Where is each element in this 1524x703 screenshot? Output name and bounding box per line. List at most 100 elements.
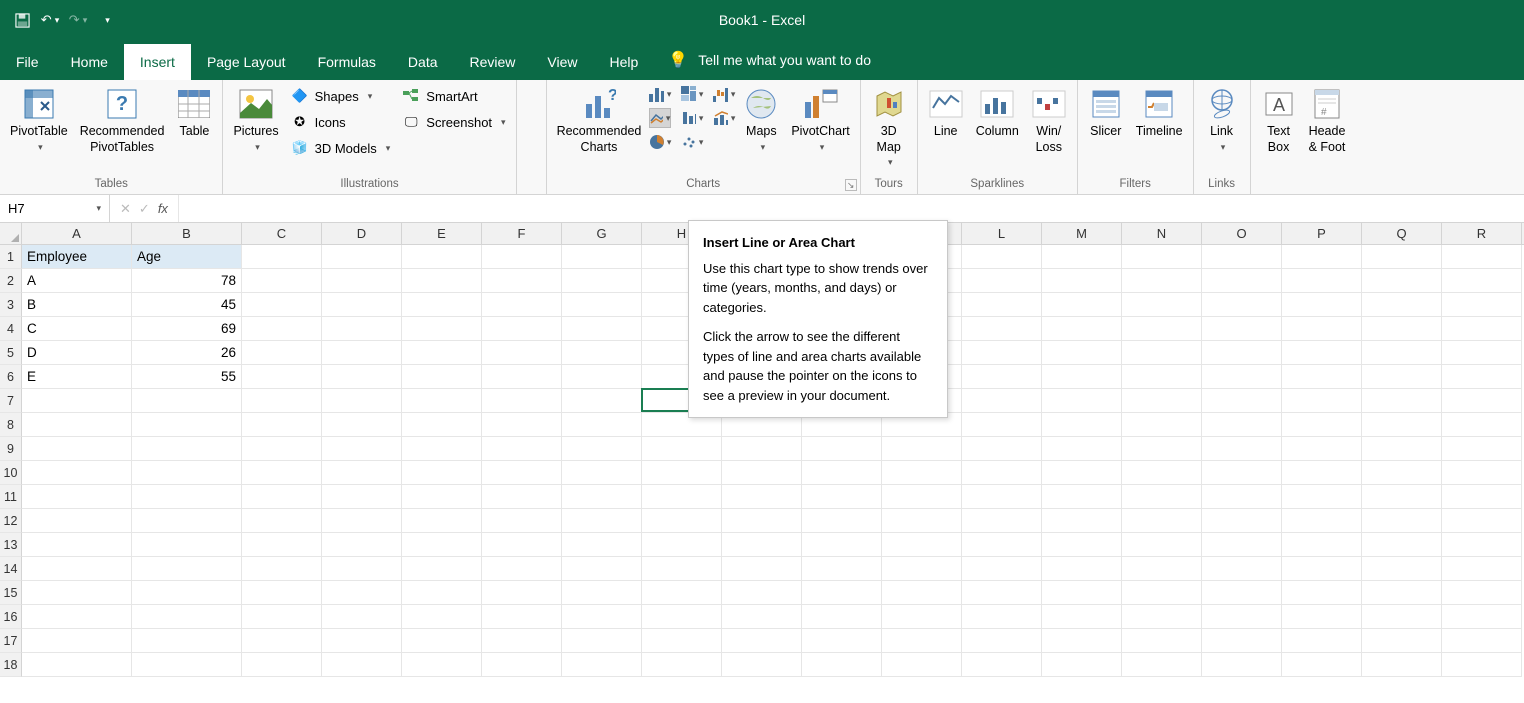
row-header-12[interactable]: 12: [0, 509, 22, 533]
cell-O16[interactable]: [1202, 605, 1282, 629]
cell-H15[interactable]: [642, 581, 722, 605]
cell-N5[interactable]: [1122, 341, 1202, 365]
cell-M17[interactable]: [1042, 629, 1122, 653]
cell-O12[interactable]: [1202, 509, 1282, 533]
cell-G6[interactable]: [562, 365, 642, 389]
cell-D6[interactable]: [322, 365, 402, 389]
cell-J18[interactable]: [802, 653, 882, 677]
3dmodels-button[interactable]: 🧊3D Models▾: [287, 136, 395, 160]
cell-O8[interactable]: [1202, 413, 1282, 437]
tab-data[interactable]: Data: [392, 44, 454, 80]
cell-G10[interactable]: [562, 461, 642, 485]
cell-R10[interactable]: [1442, 461, 1522, 485]
cell-O7[interactable]: [1202, 389, 1282, 413]
cell-M9[interactable]: [1042, 437, 1122, 461]
cell-A13[interactable]: [22, 533, 132, 557]
recommended-pivottables-button[interactable]: ? Recommended PivotTables: [76, 84, 169, 157]
cell-R12[interactable]: [1442, 509, 1522, 533]
shapes-button[interactable]: 🔷Shapes▾: [287, 84, 395, 108]
cell-I9[interactable]: [722, 437, 802, 461]
cell-B14[interactable]: [132, 557, 242, 581]
cell-D14[interactable]: [322, 557, 402, 581]
col-header-D[interactable]: D: [322, 223, 402, 244]
cell-D2[interactable]: [322, 269, 402, 293]
redo-icon[interactable]: ↷▾: [66, 9, 90, 31]
cell-F2[interactable]: [482, 269, 562, 293]
cell-G5[interactable]: [562, 341, 642, 365]
scatter-chart-icon[interactable]: ▾: [681, 132, 703, 152]
cell-R15[interactable]: [1442, 581, 1522, 605]
cell-E4[interactable]: [402, 317, 482, 341]
cell-B9[interactable]: [132, 437, 242, 461]
cell-I16[interactable]: [722, 605, 802, 629]
cell-N15[interactable]: [1122, 581, 1202, 605]
waterfall-chart-icon[interactable]: ▾: [713, 84, 735, 104]
cell-L9[interactable]: [962, 437, 1042, 461]
cell-F13[interactable]: [482, 533, 562, 557]
cell-P5[interactable]: [1282, 341, 1362, 365]
cell-K10[interactable]: [882, 461, 962, 485]
cell-H17[interactable]: [642, 629, 722, 653]
cell-I13[interactable]: [722, 533, 802, 557]
tab-file[interactable]: File: [0, 44, 55, 80]
cell-K9[interactable]: [882, 437, 962, 461]
cell-D10[interactable]: [322, 461, 402, 485]
cell-F7[interactable]: [482, 389, 562, 413]
cell-K14[interactable]: [882, 557, 962, 581]
cell-L11[interactable]: [962, 485, 1042, 509]
cell-N12[interactable]: [1122, 509, 1202, 533]
pie-chart-icon[interactable]: ▾: [649, 132, 671, 152]
cell-B2[interactable]: 78: [132, 269, 242, 293]
cell-M13[interactable]: [1042, 533, 1122, 557]
row-header-11[interactable]: 11: [0, 485, 22, 509]
cell-D17[interactable]: [322, 629, 402, 653]
cell-F8[interactable]: [482, 413, 562, 437]
cell-G11[interactable]: [562, 485, 642, 509]
cell-Q11[interactable]: [1362, 485, 1442, 509]
cell-G13[interactable]: [562, 533, 642, 557]
col-header-O[interactable]: O: [1202, 223, 1282, 244]
cell-J13[interactable]: [802, 533, 882, 557]
cell-L18[interactable]: [962, 653, 1042, 677]
cell-G8[interactable]: [562, 413, 642, 437]
cell-O14[interactable]: [1202, 557, 1282, 581]
cell-F3[interactable]: [482, 293, 562, 317]
name-box[interactable]: H7▾: [0, 195, 110, 222]
cell-P12[interactable]: [1282, 509, 1362, 533]
cell-D1[interactable]: [322, 245, 402, 269]
cell-C2[interactable]: [242, 269, 322, 293]
cell-P1[interactable]: [1282, 245, 1362, 269]
cell-Q17[interactable]: [1362, 629, 1442, 653]
cell-A6[interactable]: E: [22, 365, 132, 389]
link-button[interactable]: Link▾: [1200, 84, 1244, 155]
cell-E7[interactable]: [402, 389, 482, 413]
cell-M6[interactable]: [1042, 365, 1122, 389]
row-header-8[interactable]: 8: [0, 413, 22, 437]
recommended-charts-button[interactable]: ? Recommended Charts: [553, 84, 646, 157]
cell-D11[interactable]: [322, 485, 402, 509]
save-icon[interactable]: [10, 9, 34, 31]
cell-M7[interactable]: [1042, 389, 1122, 413]
cell-P14[interactable]: [1282, 557, 1362, 581]
cell-N1[interactable]: [1122, 245, 1202, 269]
cell-O13[interactable]: [1202, 533, 1282, 557]
cell-N10[interactable]: [1122, 461, 1202, 485]
cell-J9[interactable]: [802, 437, 882, 461]
cell-C10[interactable]: [242, 461, 322, 485]
cell-I17[interactable]: [722, 629, 802, 653]
cell-Q13[interactable]: [1362, 533, 1442, 557]
cell-A16[interactable]: [22, 605, 132, 629]
cell-E5[interactable]: [402, 341, 482, 365]
cell-A7[interactable]: [22, 389, 132, 413]
cell-H10[interactable]: [642, 461, 722, 485]
cell-C15[interactable]: [242, 581, 322, 605]
timeline-button[interactable]: Timeline: [1132, 84, 1187, 142]
cell-R11[interactable]: [1442, 485, 1522, 509]
row-header-17[interactable]: 17: [0, 629, 22, 653]
cell-H13[interactable]: [642, 533, 722, 557]
cell-J16[interactable]: [802, 605, 882, 629]
cell-E8[interactable]: [402, 413, 482, 437]
cell-M12[interactable]: [1042, 509, 1122, 533]
cell-B17[interactable]: [132, 629, 242, 653]
tab-formulas[interactable]: Formulas: [302, 44, 392, 80]
